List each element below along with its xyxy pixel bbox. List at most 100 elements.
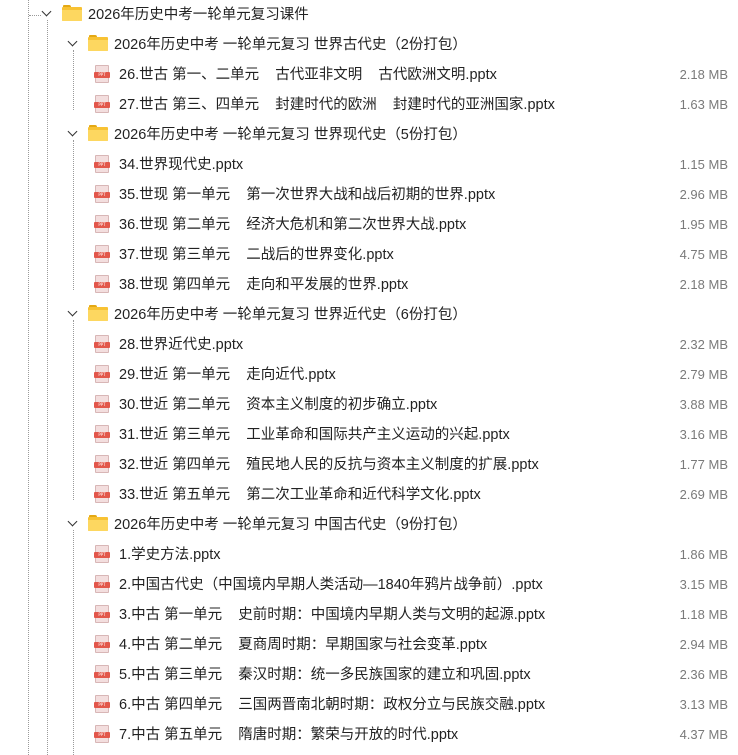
chevron-down-icon[interactable] [42, 8, 51, 17]
file-size: 2.96 MB [679, 187, 728, 202]
folder-icon [62, 5, 82, 21]
pptx-file-icon: PPT [94, 215, 110, 234]
chevron-down-icon[interactable] [68, 38, 77, 47]
file-row[interactable]: PPT 29.世近 第一单元 走向近代.pptx 2.79 MB [0, 360, 738, 390]
file-row[interactable]: PPT 37.世现 第三单元 二战后的世界变化.pptx 4.75 MB [0, 240, 738, 270]
pptx-file-icon: PPT [94, 725, 110, 744]
pptx-file-icon: PPT [94, 245, 110, 264]
file-name: 33.世近 第五单元 第二次工业革命和近代科学文化.pptx [119, 487, 481, 503]
pptx-file-icon: PPT [94, 575, 110, 594]
file-size: 3.88 MB [679, 397, 728, 412]
file-size: 1.18 MB [679, 607, 728, 622]
file-size: 2.18 MB [679, 277, 728, 292]
pptx-file-icon: PPT [94, 635, 110, 654]
file-name: 38.世现 第四单元 走向和平发展的世界.pptx [119, 277, 409, 293]
pptx-file-icon: PPT [94, 545, 110, 564]
file-name: 1.学史方法.pptx [119, 547, 221, 563]
file-name: 35.世现 第一单元 第一次世界大战和战后初期的世界.pptx [119, 187, 496, 203]
file-name: 29.世近 第一单元 走向近代.pptx [119, 367, 336, 383]
file-size: 3.16 MB [679, 427, 728, 442]
file-row[interactable]: PPT 31.世近 第三单元 工业革命和国际共产主义运动的兴起.pptx 3.1… [0, 420, 738, 450]
file-row[interactable]: PPT 27.世古 第三、四单元 封建时代的欧洲 封建时代的亚洲国家.pptx … [0, 90, 738, 120]
file-size: 2.79 MB [679, 367, 728, 382]
file-row[interactable]: PPT 4.中古 第二单元 夏商周时期：早期国家与社会变革.pptx 2.94 … [0, 630, 738, 660]
file-row[interactable]: PPT 5.中古 第三单元 秦汉时期：统一多民族国家的建立和巩固.pptx 2.… [0, 660, 738, 690]
pptx-file-icon: PPT [94, 185, 110, 204]
folder-icon [88, 35, 108, 51]
file-row[interactable]: PPT 26.世古 第一、二单元 古代亚非文明 古代欧洲文明.pptx 2.18… [0, 60, 738, 90]
file-row[interactable]: PPT 3.中古 第一单元 史前时期：中国境内早期人类与文明的起源.pptx 1… [0, 600, 738, 630]
chevron-down-icon[interactable] [68, 128, 77, 137]
file-size: 4.37 MB [679, 727, 728, 742]
pptx-file-icon: PPT [94, 395, 110, 414]
file-row[interactable]: PPT 33.世近 第五单元 第二次工业革命和近代科学文化.pptx 2.69 … [0, 480, 738, 510]
file-size: 3.13 MB [679, 697, 728, 712]
file-name: 7.中古 第五单元 隋唐时期：繁荣与开放的时代.pptx [119, 727, 459, 743]
file-size: 2.69 MB [679, 487, 728, 502]
chevron-down-icon[interactable] [68, 518, 77, 527]
tree-row-folder[interactable]: 2026年历史中考 一轮单元复习 世界近代史（6份打包） [0, 300, 738, 330]
file-name: 5.中古 第三单元 秦汉时期：统一多民族国家的建立和巩固.pptx [119, 667, 531, 683]
pptx-file-icon: PPT [94, 605, 110, 624]
pptx-file-icon: PPT [94, 335, 110, 354]
file-name: 31.世近 第三单元 工业革命和国际共产主义运动的兴起.pptx [119, 427, 510, 443]
file-size: 1.15 MB [679, 157, 728, 172]
file-name: 34.世界现代史.pptx [119, 157, 244, 173]
file-tree: 2026年历史中考一轮单元复习课件 2026年历史中考 一轮单元复习 世界古代史… [0, 0, 738, 755]
file-size: 2.18 MB [679, 67, 728, 82]
pptx-file-icon: PPT [94, 695, 110, 714]
root-folder-label: 2026年历史中考一轮单元复习课件 [88, 7, 309, 23]
folder-icon [88, 125, 108, 141]
file-size: 1.77 MB [679, 457, 728, 472]
file-name: 4.中古 第二单元 夏商周时期：早期国家与社会变革.pptx [119, 637, 488, 653]
pptx-file-icon: PPT [94, 485, 110, 504]
file-row[interactable]: PPT 28.世界近代史.pptx 2.32 MB [0, 330, 738, 360]
file-name: 26.世古 第一、二单元 古代亚非文明 古代欧洲文明.pptx [119, 67, 497, 83]
file-name: 6.中古 第四单元 三国两晋南北朝时期：政权分立与民族交融.pptx [119, 697, 546, 713]
file-size: 1.63 MB [679, 97, 728, 112]
file-name: 32.世近 第四单元 殖民地人民的反抗与资本主义制度的扩展.pptx [119, 457, 539, 473]
file-row[interactable]: PPT 2.中国古代史（中国境内早期人类活动—1840年鸦片战争前）.pptx … [0, 570, 738, 600]
file-row[interactable]: PPT 38.世现 第四单元 走向和平发展的世界.pptx 2.18 MB [0, 270, 738, 300]
folder-icon [88, 305, 108, 321]
file-row[interactable]: PPT 32.世近 第四单元 殖民地人民的反抗与资本主义制度的扩展.pptx 1… [0, 450, 738, 480]
pptx-file-icon: PPT [94, 665, 110, 684]
chevron-down-icon[interactable] [68, 308, 77, 317]
pptx-file-icon: PPT [94, 425, 110, 444]
file-name: 37.世现 第三单元 二战后的世界变化.pptx [119, 247, 394, 263]
tree-row-folder[interactable]: 2026年历史中考 一轮单元复习 世界古代史（2份打包） [0, 30, 738, 60]
pptx-file-icon: PPT [94, 275, 110, 294]
tree-row-folder[interactable]: 2026年历史中考 一轮单元复习 世界现代史（5份打包） [0, 120, 738, 150]
pptx-file-icon: PPT [94, 455, 110, 474]
file-row[interactable]: PPT 36.世现 第二单元 经济大危机和第二次世界大战.pptx 1.95 M… [0, 210, 738, 240]
tree-row-folder[interactable]: 2026年历史中考 一轮单元复习 中国古代史（9份打包） [0, 510, 738, 540]
file-size: 2.36 MB [679, 667, 728, 682]
pptx-file-icon: PPT [94, 365, 110, 384]
file-size: 2.32 MB [679, 337, 728, 352]
file-row[interactable]: PPT 1.学史方法.pptx 1.86 MB [0, 540, 738, 570]
file-name: 30.世近 第二单元 资本主义制度的初步确立.pptx [119, 397, 438, 413]
file-row[interactable]: PPT 34.世界现代史.pptx 1.15 MB [0, 150, 738, 180]
folder-label: 2026年历史中考 一轮单元复习 世界近代史（6份打包） [114, 307, 467, 323]
folder-label: 2026年历史中考 一轮单元复习 中国古代史（9份打包） [114, 517, 467, 533]
file-row[interactable]: PPT 7.中古 第五单元 隋唐时期：繁荣与开放的时代.pptx 4.37 MB [0, 720, 738, 750]
file-size: 4.75 MB [679, 247, 728, 262]
file-name: 27.世古 第三、四单元 封建时代的欧洲 封建时代的亚洲国家.pptx [119, 97, 555, 113]
file-row[interactable]: PPT 35.世现 第一单元 第一次世界大战和战后初期的世界.pptx 2.96… [0, 180, 738, 210]
file-size: 1.86 MB [679, 547, 728, 562]
file-row[interactable]: PPT 6.中古 第四单元 三国两晋南北朝时期：政权分立与民族交融.pptx 3… [0, 690, 738, 720]
pptx-file-icon: PPT [94, 155, 110, 174]
file-name: 3.中古 第一单元 史前时期：中国境内早期人类与文明的起源.pptx [119, 607, 546, 623]
file-name: 36.世现 第二单元 经济大危机和第二次世界大战.pptx [119, 217, 467, 233]
file-size: 3.15 MB [679, 577, 728, 592]
file-size: 2.94 MB [679, 637, 728, 652]
tree-row-root[interactable]: 2026年历史中考一轮单元复习课件 [0, 0, 738, 30]
pptx-file-icon: PPT [94, 65, 110, 84]
folder-label: 2026年历史中考 一轮单元复习 世界古代史（2份打包） [114, 37, 467, 53]
file-row[interactable]: PPT 30.世近 第二单元 资本主义制度的初步确立.pptx 3.88 MB [0, 390, 738, 420]
file-size: 1.95 MB [679, 217, 728, 232]
file-name: 28.世界近代史.pptx [119, 337, 244, 353]
pptx-file-icon: PPT [94, 95, 110, 114]
folder-label: 2026年历史中考 一轮单元复习 世界现代史（5份打包） [114, 127, 467, 143]
folder-icon [88, 515, 108, 531]
